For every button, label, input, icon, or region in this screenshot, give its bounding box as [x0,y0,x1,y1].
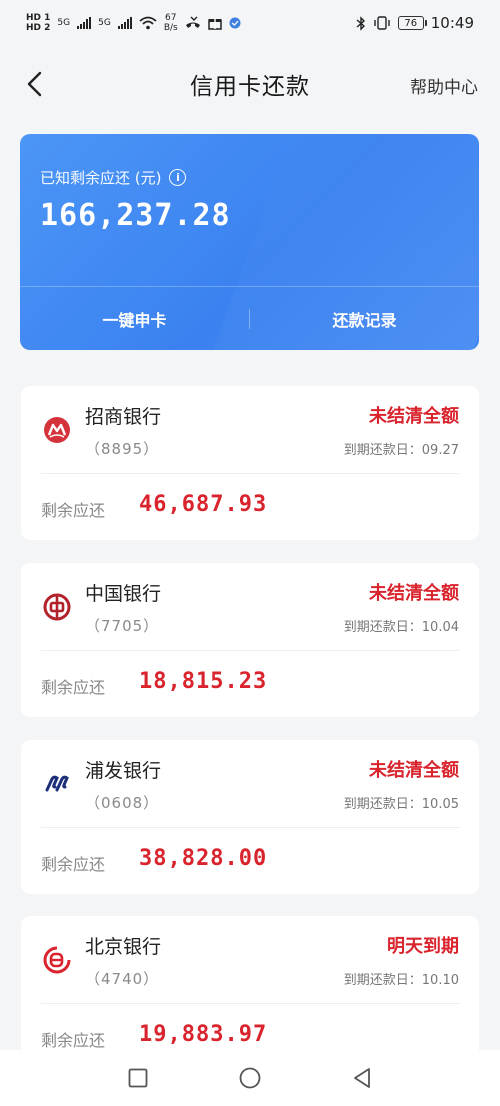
chevron-left-icon [27,71,42,97]
circle-icon [239,1067,261,1089]
help-center-link[interactable]: 帮助中心 [410,73,478,98]
signal-5g-label-1: 5G [57,18,71,28]
hd1-badge: HD 1 [26,13,51,23]
card-divider [41,473,459,474]
bank-name: 北京银行 [85,936,162,958]
status-right: 76 10:49 [356,14,474,32]
triangle-back-icon [354,1068,370,1088]
system-nav-bar [0,1050,500,1106]
hd-badges: HD 1 HD 2 [26,13,50,33]
card-tail-number: （8895） [85,440,160,458]
due-date: 到期还款日：10.10 [343,973,459,988]
signal-5g-label-2: 5G [98,18,111,28]
status-badge: 明天到期 [387,936,459,957]
due-date: 到期还款日：10.05 [343,797,459,812]
home-button[interactable] [233,1061,267,1095]
card-divider [41,1003,459,1004]
header-bar: 信用卡还款 帮助中心 [0,56,500,112]
back-button[interactable] [14,64,54,104]
bank-name: 浦发银行 [85,760,162,782]
summary-actions: 一键申卡 还款记录 [20,287,479,350]
battery-level: 76 [404,17,418,29]
remaining-total-label: 已知剩余应还 (元) [40,169,162,187]
remaining-amount: 19,883.97 [139,1022,268,1047]
card-tail-number: （0608） [85,794,160,812]
remaining-total-label-row: 已知剩余应还 (元) i [40,167,187,188]
network-speed-value: 67 [165,13,177,23]
status-badge: 未结清全额 [369,583,459,604]
recent-apps-button[interactable] [121,1061,155,1095]
page-title: 信用卡还款 [190,74,310,100]
status-badge: 未结清全额 [369,406,459,427]
status-left: HD 1 HD 2 5G 5G 67 B/s [26,13,241,33]
cmb-logo-icon [44,417,70,443]
vibrate-icon [374,16,390,30]
clock: 10:49 [430,14,474,32]
back-nav-button[interactable] [345,1061,379,1095]
missed-call-icon [185,16,200,28]
app-notification-icon [229,17,241,29]
wifi-icon [139,16,157,30]
remaining-amount: 46,687.93 [139,492,268,517]
status-badge: 未结清全额 [369,760,459,781]
summary-card: 已知剩余应还 (元) i 166,237.28 一键申卡 还款记录 [20,134,479,350]
remaining-amount: 18,815.23 [139,669,268,694]
credit-card-repayment-page: HD 1 HD 2 5G 5G 67 B/s 76 10:49 信用卡还款 帮助… [0,0,500,1106]
card-tail-number: （4740） [85,970,160,988]
spdb-logo-icon [45,775,69,792]
signal-bars-icon-2 [117,17,132,29]
gift-icon [207,19,222,30]
remaining-total-amount: 166,237.28 [40,198,231,233]
remaining-label: 剩余应还 [41,678,106,697]
network-speed: 67 B/s [164,13,178,33]
bluetooth-icon [356,15,365,31]
signal-bars-icon [77,17,92,29]
boc-logo-icon [43,593,71,621]
bob-logo-icon [43,946,71,974]
bank-card-item[interactable]: 北京银行 （4740） 明天到期 到期还款日：10.10 剩余应还 19,883… [21,916,479,1070]
card-divider [41,827,459,828]
bank-card-item[interactable]: 中国银行 （7705） 未结清全额 到期还款日：10.04 剩余应还 18,81… [21,563,479,717]
remaining-label: 剩余应还 [41,501,106,520]
bank-card-item[interactable]: 浦发银行 （0608） 未结清全额 到期还款日：10.05 剩余应还 38,82… [21,740,479,894]
square-icon [128,1068,148,1088]
due-date: 到期还款日：10.04 [343,620,459,635]
remaining-label: 剩余应还 [41,1031,106,1050]
due-date: 到期还款日：09.27 [343,443,459,458]
hd2-badge: HD 2 [26,23,51,33]
remaining-label: 剩余应还 [41,855,106,874]
battery-icon: 76 [397,16,427,30]
card-tail-number: （7705） [85,617,160,635]
network-speed-unit: B/s [163,23,178,33]
apply-card-button[interactable]: 一键申卡 [20,307,249,331]
info-icon[interactable]: i [169,169,187,186]
card-divider [41,650,459,651]
bank-name: 中国银行 [85,583,162,605]
remaining-amount: 38,828.00 [139,846,268,871]
repayment-records-button[interactable]: 还款记录 [250,307,479,331]
status-bar: HD 1 HD 2 5G 5G 67 B/s 76 10:49 [0,0,500,46]
bank-name: 招商银行 [85,406,162,428]
bank-card-item[interactable]: 招商银行 （8895） 未结清全额 到期还款日：09.27 剩余应还 46,68… [21,386,479,540]
